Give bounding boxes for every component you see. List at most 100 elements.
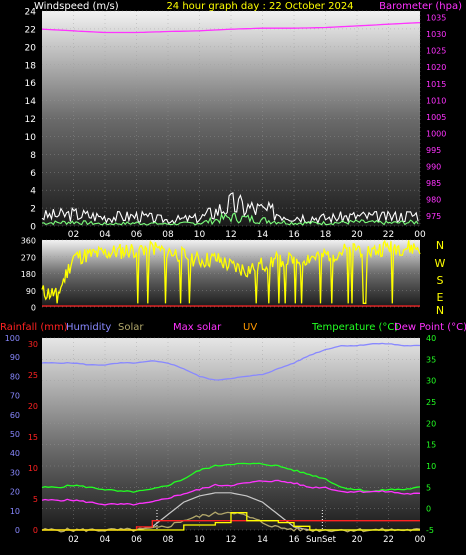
wind-x-tick: 06 [131, 230, 143, 240]
wind-left-tick: 2 [30, 205, 36, 215]
wind-left-tick: 24 [25, 8, 37, 18]
temp-x-tick: 14 [257, 535, 268, 545]
wind-left-tick: 6 [30, 169, 36, 179]
legend-solar: Solar [118, 322, 144, 333]
rainfall-tick: 30 [28, 340, 38, 349]
temperature-tick: 25 [426, 398, 436, 407]
legend-humidity: Humidity [66, 322, 111, 333]
set-label: Set [322, 535, 337, 545]
humidity-tick: 80 [10, 372, 20, 381]
humidity-tick: 30 [10, 468, 20, 477]
wind-left-tick: 14 [25, 97, 37, 107]
wind-left-tick: 4 [30, 187, 36, 197]
humidity-tick: 40 [10, 449, 20, 458]
legend-dew-point: Dew Point (°C) [394, 322, 466, 333]
direction-tick: 270 [21, 253, 36, 262]
barometer-tick: 975 [426, 212, 441, 221]
rainfall-tick: 25 [28, 371, 38, 380]
weather-graphs: Windspeed (m/s) 24 hour graph day : 22 O… [0, 1, 466, 545]
temperature-tick: 30 [426, 377, 436, 386]
chart-title: 24 hour graph day : 22 October 2024 [166, 1, 353, 12]
wind-x-tick: 02 [68, 230, 79, 240]
wind-left-tick: 8 [30, 151, 36, 161]
temperature-tick: 35 [426, 355, 436, 364]
humidity-tick: 60 [10, 411, 20, 420]
compass-w: W [435, 257, 446, 270]
wind-left-tick: 18 [25, 61, 37, 71]
barometer-tick: 990 [426, 162, 441, 171]
legend-max-solar: Max solar [173, 322, 222, 333]
temp-x-tick: 10 [194, 535, 205, 545]
humidity-tick: 50 [10, 430, 20, 439]
temperature-tick: -5 [426, 526, 434, 535]
temperature-tick: 20 [426, 419, 436, 428]
rainfall-tick: 10 [28, 464, 38, 473]
compass-e: E [437, 291, 444, 304]
barometer-tick: 1005 [426, 113, 446, 122]
humidity-tick: 70 [10, 392, 20, 401]
barometer-tick: 1015 [426, 80, 446, 89]
sun-label: Sun [306, 535, 322, 545]
wind-x-tick: 22 [383, 230, 394, 240]
temp-x-tick: 00 [415, 535, 426, 545]
legend-uv: UV [243, 322, 257, 333]
wind-x-tick: 16 [288, 230, 300, 240]
compass-n-bottom: N [436, 304, 444, 317]
rainfall-tick: 20 [28, 402, 38, 411]
temperature-tick: 10 [426, 462, 436, 471]
temp-x-tick: 04 [100, 535, 111, 545]
direction-tick: 90 [26, 287, 36, 296]
rainfall-tick: 0 [33, 526, 38, 535]
wind-x-tick: 12 [225, 230, 236, 240]
temp-x-tick: 22 [383, 535, 394, 545]
direction-tick: 360 [21, 237, 36, 246]
temperature-tick: 15 [426, 441, 436, 450]
wind-x-tick: 08 [162, 230, 174, 240]
humidity-tick: 20 [10, 488, 20, 497]
barometer-axis-label: Barometer (hpa) [379, 1, 462, 12]
wind-left-tick: 12 [25, 115, 36, 125]
humidity-tick: 90 [10, 353, 20, 362]
wind-left-tick: 16 [25, 79, 37, 89]
legend-temperature: Temperature (°C) [311, 322, 398, 333]
temp-x-tick: 16 [289, 535, 300, 545]
barometer-tick: 1010 [426, 96, 446, 105]
rainfall-tick: 15 [28, 433, 38, 442]
barometer-tick: 1025 [426, 47, 446, 56]
barometer-tick: 1035 [426, 14, 446, 23]
compass-s: S [437, 274, 444, 287]
temp-x-tick: 02 [68, 535, 79, 545]
barometer-tick: 985 [426, 179, 441, 188]
humidity-tick: 100 [5, 334, 20, 343]
barometer-tick: 1000 [426, 129, 446, 138]
wind-axis-label: Windspeed (m/s) [34, 1, 119, 12]
temp-x-tick: 20 [352, 535, 363, 545]
temperature-tick: 5 [426, 483, 431, 492]
wind-left-tick: 22 [25, 25, 36, 35]
wind-x-tick: 10 [194, 230, 206, 240]
direction-tick: 180 [21, 270, 36, 279]
wind-left-tick: 10 [25, 133, 37, 143]
barometer-tick: 995 [426, 146, 441, 155]
wind-x-tick: 18 [320, 230, 332, 240]
wind-left-tick: 0 [30, 223, 36, 233]
barometer-tick: 980 [426, 196, 441, 205]
wind-x-tick: 00 [414, 230, 426, 240]
wind-x-tick: 14 [257, 230, 269, 240]
wind-x-tick: 20 [351, 230, 363, 240]
temp-x-tick: 06 [131, 535, 142, 545]
wind-left-tick: 20 [25, 43, 37, 53]
temp-x-tick: 08 [163, 535, 174, 545]
barometer-tick: 1030 [426, 30, 446, 39]
wind-x-tick: 04 [99, 230, 111, 240]
temperature-tick: 0 [426, 505, 431, 514]
direction-tick: 0 [31, 304, 36, 313]
temp-x-tick: 12 [226, 535, 237, 545]
compass-n-top: N [436, 239, 444, 252]
humidity-tick: 10 [10, 507, 20, 516]
humidity-tick: 0 [15, 526, 20, 535]
legend-rainfall: Rainfall (mm) [0, 322, 68, 333]
barometer-tick: 1020 [426, 63, 446, 72]
rainfall-tick: 5 [33, 495, 38, 504]
temperature-tick: 40 [426, 334, 436, 343]
